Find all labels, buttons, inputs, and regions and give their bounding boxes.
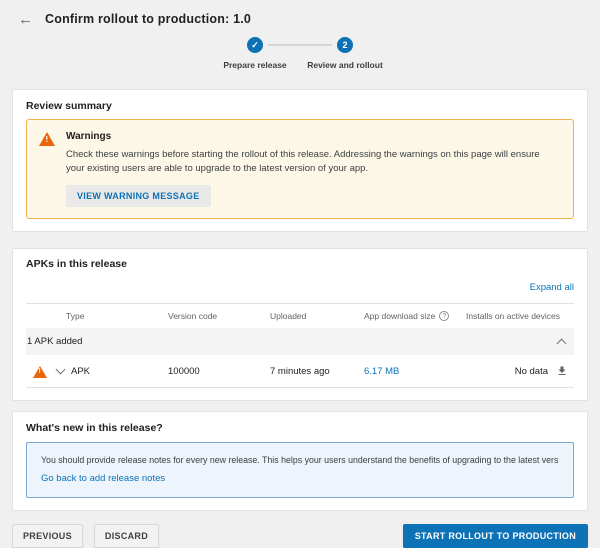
- row-type-label: APK: [71, 366, 90, 377]
- warnings-body-text: Check these warnings before starting the…: [66, 148, 552, 176]
- chevron-up-icon[interactable]: [557, 339, 567, 349]
- column-header-uploaded: Uploaded: [250, 311, 346, 321]
- apk-group-label: 1 APK added: [27, 336, 82, 347]
- apk-table-header: Type Version code Uploaded App download …: [26, 304, 574, 328]
- view-warning-message-button[interactable]: VIEW WARNING MESSAGE: [66, 185, 211, 207]
- warnings-heading: Warnings: [66, 131, 552, 142]
- row-warning-cell: [26, 365, 54, 378]
- stepper-connector: [268, 44, 332, 46]
- row-download-cell: [548, 365, 576, 377]
- download-icon[interactable]: [556, 365, 568, 377]
- back-arrow-icon[interactable]: ←: [18, 12, 33, 27]
- step-label-review-rollout: Review and rollout: [285, 60, 405, 70]
- row-warning-triangle-icon: [33, 366, 47, 378]
- footer-actions: PREVIOUS DISCARD START ROLLOUT TO PRODUC…: [12, 524, 588, 548]
- help-icon[interactable]: ?: [439, 311, 449, 321]
- step-complete-icon: ✓: [247, 37, 263, 53]
- warning-triangle-icon: [39, 132, 55, 146]
- download-size-link[interactable]: 6.17 MB: [364, 366, 399, 377]
- column-header-app-download-size: App download size ?: [346, 311, 466, 321]
- discard-button[interactable]: DISCARD: [94, 524, 159, 548]
- footer-left-actions: PREVIOUS DISCARD: [12, 524, 159, 548]
- apk-group-row[interactable]: 1 APK added: [26, 328, 574, 355]
- warning-content: Warnings Check these warnings before sta…: [66, 131, 552, 207]
- previous-button[interactable]: PREVIOUS: [12, 524, 83, 548]
- page-title: Confirm rollout to production: 1.0: [45, 12, 251, 26]
- release-stepper: ✓ 2 Prepare release Review and rollout: [0, 27, 600, 75]
- warnings-box: Warnings Check these warnings before sta…: [26, 119, 574, 219]
- expand-all-row: Expand all: [13, 270, 587, 303]
- apks-title: APKs in this release: [13, 258, 587, 270]
- apks-card: APKs in this release Expand all Type Ver…: [12, 248, 588, 401]
- expand-all-link[interactable]: Expand all: [530, 282, 574, 293]
- apk-table-row: APK 100000 7 minutes ago 6.17 MB No data: [26, 355, 574, 388]
- column-header-version-code: Version code: [150, 311, 250, 321]
- review-summary-title: Review summary: [26, 100, 574, 112]
- apk-table: Type Version code Uploaded App download …: [26, 303, 574, 388]
- column-header-installs: Installs on active devices: [466, 311, 548, 321]
- release-notes-note: You should provide release notes for eve…: [41, 455, 559, 465]
- chevron-down-icon[interactable]: [56, 365, 66, 375]
- row-type-cell[interactable]: APK: [54, 366, 150, 377]
- whats-new-card: What's new in this release? You should p…: [12, 411, 588, 511]
- column-header-type: Type: [54, 311, 150, 321]
- review-summary-card: Review summary Warnings Check these warn…: [12, 89, 588, 232]
- row-uploaded: 7 minutes ago: [250, 366, 346, 377]
- column-header-app-download-size-label: App download size: [364, 311, 435, 321]
- start-rollout-button[interactable]: START ROLLOUT TO PRODUCTION: [403, 524, 588, 548]
- step-current-icon: 2: [337, 37, 353, 53]
- row-installs: No data: [466, 366, 548, 377]
- go-back-add-release-notes-link[interactable]: Go back to add release notes: [41, 473, 165, 484]
- page-header: ← Confirm rollout to production: 1.0: [0, 0, 600, 27]
- release-notes-info-box: You should provide release notes for eve…: [26, 442, 574, 498]
- whats-new-title: What's new in this release?: [26, 422, 574, 434]
- row-download-size-cell: 6.17 MB: [346, 366, 466, 377]
- row-version-code: 100000: [150, 366, 250, 377]
